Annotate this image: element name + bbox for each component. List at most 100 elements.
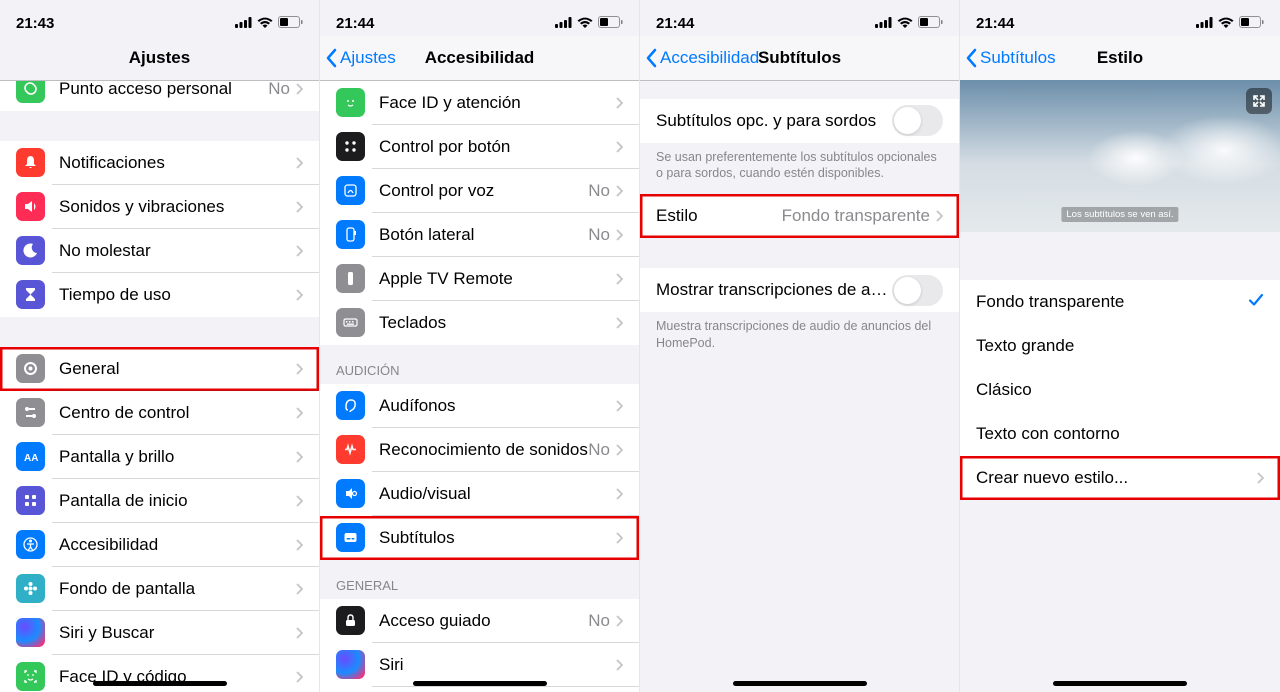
home-indicator[interactable] bbox=[1053, 681, 1187, 686]
chevron-right-icon bbox=[296, 407, 303, 419]
chevron-right-icon bbox=[296, 245, 303, 257]
row-transcripciones[interactable]: Mostrar transcripciones de audio bbox=[640, 268, 959, 312]
signal-icon bbox=[555, 15, 572, 32]
row-faceid-atencion[interactable]: Face ID y atención bbox=[320, 81, 639, 125]
av-icon bbox=[336, 479, 365, 508]
panel-accesibilidad: 21:44 Ajustes Accesibilidad Face ID y at… bbox=[320, 0, 640, 692]
hourglass-icon bbox=[16, 280, 45, 309]
bell-icon bbox=[16, 148, 45, 177]
signal-icon bbox=[235, 15, 252, 32]
row-fondo-transparente[interactable]: Fondo transparente bbox=[960, 280, 1280, 324]
chevron-right-icon bbox=[616, 317, 623, 329]
row-pantalla-brillo[interactable]: AA Pantalla y brillo bbox=[0, 435, 319, 479]
chevron-right-icon bbox=[296, 289, 303, 301]
row-apple-tv-remote[interactable]: Apple TV Remote bbox=[320, 257, 639, 301]
siri-icon bbox=[336, 650, 365, 679]
expand-icon[interactable] bbox=[1246, 88, 1272, 114]
home-indicator[interactable] bbox=[413, 681, 547, 686]
chevron-right-icon bbox=[616, 273, 623, 285]
row-reconocimiento-sonidos[interactable]: Reconocimiento de sonidos No bbox=[320, 428, 639, 472]
row-teclados[interactable]: Teclados bbox=[320, 301, 639, 345]
row-subtitulos[interactable]: Subtítulos bbox=[320, 516, 639, 560]
flower-icon bbox=[16, 574, 45, 603]
row-subtitulos-opc[interactable]: Subtítulos opc. y para sordos bbox=[640, 99, 959, 143]
toggle-transcripciones[interactable] bbox=[892, 275, 943, 306]
panel-subtitulos: 21:44 Accesibilidad Subtítulos Subtítulo… bbox=[640, 0, 960, 692]
row-audifonos[interactable]: Audífonos bbox=[320, 384, 639, 428]
status-time: 21:43 bbox=[16, 15, 54, 32]
person-icon bbox=[16, 530, 45, 559]
row-notificaciones[interactable]: Notificaciones bbox=[0, 141, 319, 185]
chevron-right-icon bbox=[296, 539, 303, 551]
row-control-voz[interactable]: Control por voz No bbox=[320, 169, 639, 213]
row-audio-visual[interactable]: Audio/visual bbox=[320, 472, 639, 516]
wifi-icon bbox=[577, 15, 593, 32]
battery-icon bbox=[278, 15, 303, 32]
row-tiempo-uso[interactable]: Tiempo de uso bbox=[0, 273, 319, 317]
footer-transcripciones: Muestra transcripciones de audio de anun… bbox=[640, 312, 959, 352]
status-time: 21:44 bbox=[976, 15, 1014, 32]
nav-title: Accesibilidad bbox=[425, 48, 535, 68]
row-estilo[interactable]: Estilo Fondo transparente bbox=[640, 194, 959, 238]
kbd-icon bbox=[336, 308, 365, 337]
row-texto-grande[interactable]: Texto grande bbox=[960, 324, 1280, 368]
row-no-molestar[interactable]: No molestar bbox=[0, 229, 319, 273]
back-button[interactable]: Accesibilidad bbox=[646, 48, 759, 68]
nav-bar: Ajustes Accesibilidad bbox=[320, 36, 639, 80]
back-button[interactable]: Subtítulos bbox=[966, 48, 1056, 68]
chevron-right-icon bbox=[296, 363, 303, 375]
signal-icon bbox=[875, 15, 892, 32]
toggle-subtitulos-opc[interactable] bbox=[892, 105, 943, 136]
row-funcion-rapida[interactable]: Función rápida Lupa bbox=[320, 687, 639, 692]
row-punto-acceso[interactable]: Punto acceso personal No bbox=[0, 81, 319, 111]
home-indicator[interactable] bbox=[733, 681, 867, 686]
homegrid-icon bbox=[16, 486, 45, 515]
chevron-right-icon bbox=[296, 671, 303, 683]
chevron-right-icon bbox=[616, 444, 623, 456]
chevron-right-icon bbox=[296, 83, 303, 95]
textsize-icon: AA bbox=[16, 442, 45, 471]
row-fondo-pantalla[interactable]: Fondo de pantalla bbox=[0, 567, 319, 611]
voice-icon bbox=[336, 176, 365, 205]
row-control-boton[interactable]: Control por botón bbox=[320, 125, 639, 169]
wifi-icon bbox=[897, 15, 913, 32]
moon-icon bbox=[16, 236, 45, 265]
row-acceso-guiado[interactable]: Acceso guiado No bbox=[320, 599, 639, 643]
status-bar: 21:44 bbox=[640, 0, 959, 36]
nav-bar: Ajustes bbox=[0, 36, 319, 80]
row-clasico[interactable]: Clásico bbox=[960, 368, 1280, 412]
status-bar: 21:44 bbox=[320, 0, 639, 36]
nav-bar: Subtítulos Estilo bbox=[960, 36, 1280, 80]
row-accesibilidad[interactable]: Accesibilidad bbox=[0, 523, 319, 567]
status-time: 21:44 bbox=[656, 15, 694, 32]
chevron-right-icon bbox=[616, 229, 623, 241]
status-time: 21:44 bbox=[336, 15, 374, 32]
section-general: GENERAL bbox=[320, 560, 639, 599]
faceid-icon bbox=[16, 662, 45, 691]
chevron-right-icon bbox=[616, 532, 623, 544]
chevron-right-icon bbox=[616, 141, 623, 153]
row-pantalla-inicio[interactable]: Pantalla de inicio bbox=[0, 479, 319, 523]
row-sonidos[interactable]: Sonidos y vibraciones bbox=[0, 185, 319, 229]
row-crear-nuevo-estilo[interactable]: Crear nuevo estilo... bbox=[960, 456, 1280, 500]
row-siri-buscar[interactable]: Siri y Buscar bbox=[0, 611, 319, 655]
row-siri[interactable]: Siri bbox=[320, 643, 639, 687]
chevron-right-icon bbox=[296, 157, 303, 169]
nav-title: Subtítulos bbox=[758, 48, 841, 68]
row-general[interactable]: General bbox=[0, 347, 319, 391]
row-boton-lateral[interactable]: Botón lateral No bbox=[320, 213, 639, 257]
chevron-right-icon bbox=[616, 488, 623, 500]
back-label: Ajustes bbox=[340, 48, 396, 68]
battery-icon bbox=[598, 15, 623, 32]
row-texto-contorno[interactable]: Texto con contorno bbox=[960, 412, 1280, 456]
battery-icon bbox=[1239, 15, 1264, 32]
siri-icon bbox=[16, 618, 45, 647]
ear-icon bbox=[336, 391, 365, 420]
home-indicator[interactable] bbox=[93, 681, 227, 686]
side-icon bbox=[336, 220, 365, 249]
row-faceid-codigo[interactable]: Face ID y código bbox=[0, 655, 319, 692]
row-centro-control[interactable]: Centro de control bbox=[0, 391, 319, 435]
gear-icon bbox=[16, 354, 45, 383]
back-label: Accesibilidad bbox=[660, 48, 759, 68]
back-button[interactable]: Ajustes bbox=[326, 48, 396, 68]
